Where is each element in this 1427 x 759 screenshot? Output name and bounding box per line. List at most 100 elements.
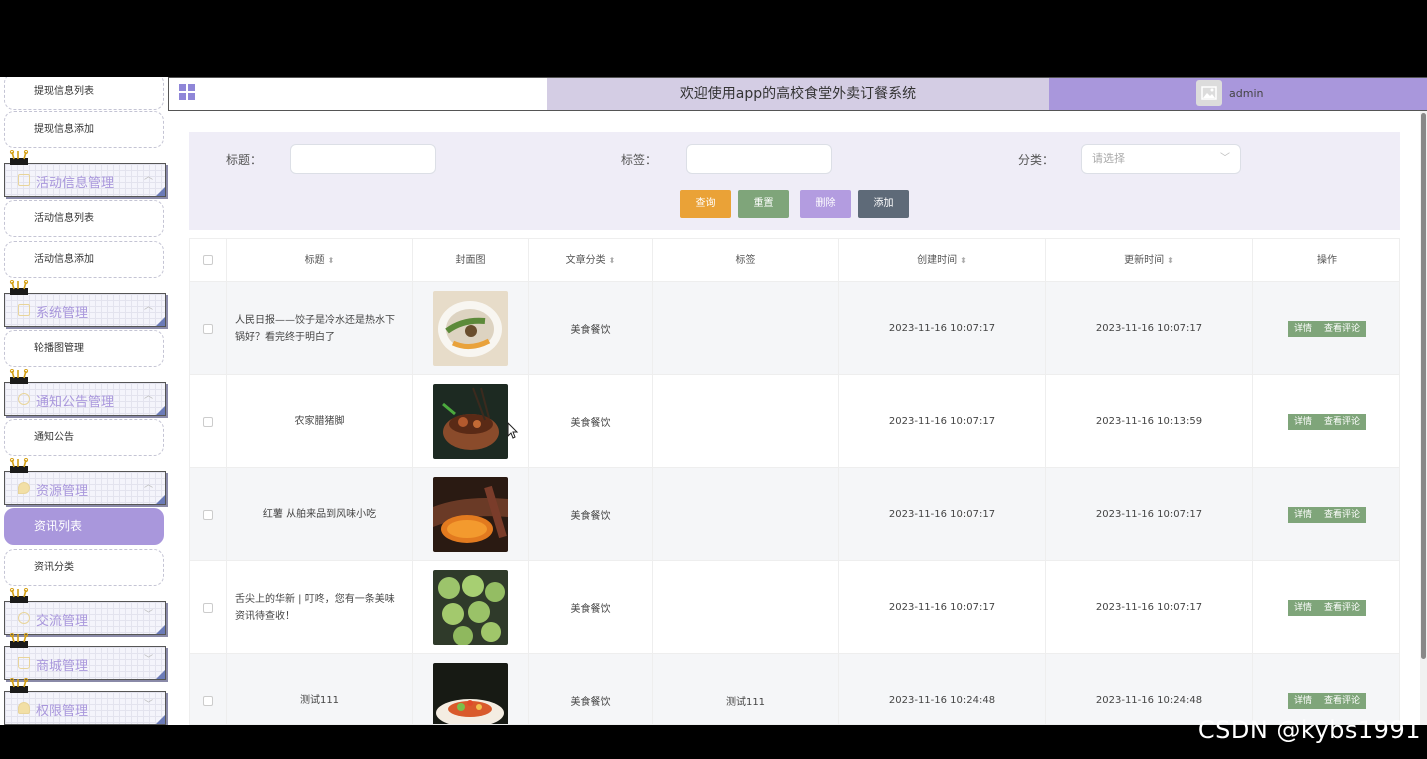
cover-image[interactable] xyxy=(433,291,508,366)
row-checkbox[interactable] xyxy=(203,323,213,334)
row-checkbox[interactable] xyxy=(203,416,213,427)
menu-grid-icon[interactable] xyxy=(179,84,195,100)
view-comments-button[interactable]: 查看评论 xyxy=(1318,506,1367,523)
sidebar-menu-shop[interactable]: 商城管理 ﹀ xyxy=(4,633,166,680)
tags-cell: 测试111 xyxy=(653,654,839,724)
actions-cell: 详情 查看评论 xyxy=(1253,654,1399,724)
delete-button[interactable]: 删除 xyxy=(800,190,851,218)
view-comments-button[interactable]: 查看评论 xyxy=(1318,413,1367,430)
chat-icon xyxy=(18,612,30,624)
sidebar-menu-label: 通知公告管理 xyxy=(36,395,115,410)
sidebar-item-news-list[interactable]: 资讯列表 xyxy=(4,508,164,545)
detail-button[interactable]: 详情 xyxy=(1287,599,1318,616)
column-header-category[interactable]: 文章分类 ⬍ xyxy=(529,239,653,282)
sort-icon[interactable]: ⬍ xyxy=(609,256,616,265)
column-header-tags: 标签 xyxy=(653,239,839,282)
sidebar-menu-exchange[interactable]: 交流管理 ﹀ xyxy=(4,588,166,635)
sidebar-menu-label: 资源管理 xyxy=(36,484,89,499)
row-select-cell xyxy=(190,468,227,561)
avatar[interactable] xyxy=(1196,80,1222,106)
scrollbar-thumb[interactable] xyxy=(1421,113,1426,659)
page-fold-decoration xyxy=(156,625,165,634)
updated-time-cell: 2023-11-16 10:07:17 xyxy=(1046,468,1253,561)
row-checkbox[interactable] xyxy=(203,695,213,706)
sidebar-item-activity-list[interactable]: 活动信息列表 xyxy=(4,200,164,237)
sidebar-item-withdraw-add[interactable]: 提现信息添加 xyxy=(4,111,164,148)
sidebar-menu-system[interactable]: 系统管理 ︿ xyxy=(4,280,166,327)
sidebar-item-notice[interactable]: 通知公告 xyxy=(4,419,164,456)
view-comments-button[interactable]: 查看评论 xyxy=(1318,599,1367,616)
cover-image[interactable] xyxy=(433,570,508,645)
select-all-cell xyxy=(190,239,227,282)
updated-time-cell: 2023-11-16 10:07:17 xyxy=(1046,282,1253,375)
tags-cell xyxy=(653,375,839,468)
sidebar-menu-resource[interactable]: 资源管理 ︿ xyxy=(4,458,166,505)
updated-time-cell: 2023-11-16 10:07:17 xyxy=(1046,561,1253,654)
sort-icon[interactable]: ⬍ xyxy=(960,256,967,265)
sidebar-menu-notice[interactable]: 通知公告管理 ︿ xyxy=(4,369,166,416)
row-checkbox[interactable] xyxy=(203,509,213,520)
detail-button[interactable]: 详情 xyxy=(1287,413,1318,430)
sidebar-menu-label: 权限管理 xyxy=(36,704,89,719)
sidebar-item-label: 资讯列表 xyxy=(34,519,83,533)
cover-image[interactable] xyxy=(433,477,508,552)
mouse-cursor-icon xyxy=(507,422,519,439)
cover-image[interactable] xyxy=(433,384,508,459)
title-cell: 人民日报——饺子是冷水还是热水下锅好？看完终于明白了 xyxy=(227,282,413,375)
page-fold-decoration xyxy=(156,317,165,326)
user-menu[interactable]: admin xyxy=(1049,78,1427,110)
created-time-cell: 2023-11-16 10:07:17 xyxy=(839,468,1046,561)
app-window: 提现信息列表 提现信息添加 活动信息管理 ︿ 活动信息列表 活动信息添加 系统管… xyxy=(0,77,1427,725)
detail-button[interactable]: 详情 xyxy=(1287,320,1318,337)
sort-icon[interactable]: ⬍ xyxy=(328,256,335,265)
column-header-created[interactable]: 创建时间 ⬍ xyxy=(839,239,1046,282)
binder-clip-icon xyxy=(9,150,29,165)
title-filter-label: 标题： xyxy=(226,153,263,167)
page-fold-decoration xyxy=(156,715,165,724)
column-header-updated[interactable]: 更新时间 ⬍ xyxy=(1046,239,1253,282)
sort-icon[interactable]: ⬍ xyxy=(1167,256,1174,265)
cover-image[interactable] xyxy=(433,663,508,725)
view-comments-button[interactable]: 查看评论 xyxy=(1318,320,1367,337)
detail-button[interactable]: 详情 xyxy=(1287,506,1318,523)
sidebar-item-carousel[interactable]: 轮播图管理 xyxy=(4,330,164,367)
sidebar-item-news-category[interactable]: 资讯分类 xyxy=(4,549,164,586)
row-checkbox[interactable] xyxy=(203,602,213,613)
detail-button[interactable]: 详情 xyxy=(1287,692,1318,709)
query-button[interactable]: 查询 xyxy=(680,190,731,218)
header-label: 更新时间 xyxy=(1124,255,1165,266)
cover-cell xyxy=(413,654,529,725)
location-icon xyxy=(18,482,30,494)
title-filter-input[interactable] xyxy=(290,144,436,174)
category-cell: 美食餐饮 xyxy=(529,468,653,561)
top-header: 欢迎使用app的高校食堂外卖订餐系统 admin xyxy=(168,77,1427,111)
sidebar-menu-activity[interactable]: 活动信息管理 ︿ xyxy=(4,150,166,197)
select-all-checkbox[interactable] xyxy=(203,255,213,265)
tags-cell xyxy=(653,282,839,375)
title-cell: 舌尖上的华新 | 叮咚，您有一条美味资讯待查收！ xyxy=(227,561,413,654)
sidebar-menu-label: 系统管理 xyxy=(36,306,89,321)
sidebar-item-label: 提现信息添加 xyxy=(34,124,94,135)
chevron-up-icon: ︿ xyxy=(143,391,153,401)
username: admin xyxy=(1229,87,1264,100)
sidebar-item-withdraw-list[interactable]: 提现信息列表 xyxy=(4,77,164,110)
tag-filter-input[interactable] xyxy=(686,144,832,174)
reset-button[interactable]: 重置 xyxy=(738,190,789,218)
title-cell: 农家腊猪脚 xyxy=(227,375,413,468)
category-cell: 美食餐饮 xyxy=(529,561,653,654)
row-select-cell xyxy=(190,561,227,654)
created-time-cell: 2023-11-16 10:07:17 xyxy=(839,375,1046,468)
actions-cell: 详情 查看评论 xyxy=(1253,468,1399,561)
document-icon xyxy=(18,174,30,186)
sidebar-item-activity-add[interactable]: 活动信息添加 xyxy=(4,241,164,278)
cart-icon xyxy=(18,657,30,669)
add-button[interactable]: 添加 xyxy=(858,190,909,218)
column-header-title[interactable]: 标题 ⬍ xyxy=(227,239,413,282)
category-filter-select[interactable]: 请选择 ﹀ xyxy=(1081,144,1241,174)
sidebar-menu-permission[interactable]: 权限管理 ﹀ xyxy=(4,678,166,725)
page-fold-decoration xyxy=(156,670,165,679)
view-comments-button[interactable]: 查看评论 xyxy=(1318,692,1367,709)
cover-cell xyxy=(413,561,529,654)
actions-cell: 详情 查看评论 xyxy=(1253,561,1399,654)
category-placeholder: 请选择 xyxy=(1092,152,1125,165)
